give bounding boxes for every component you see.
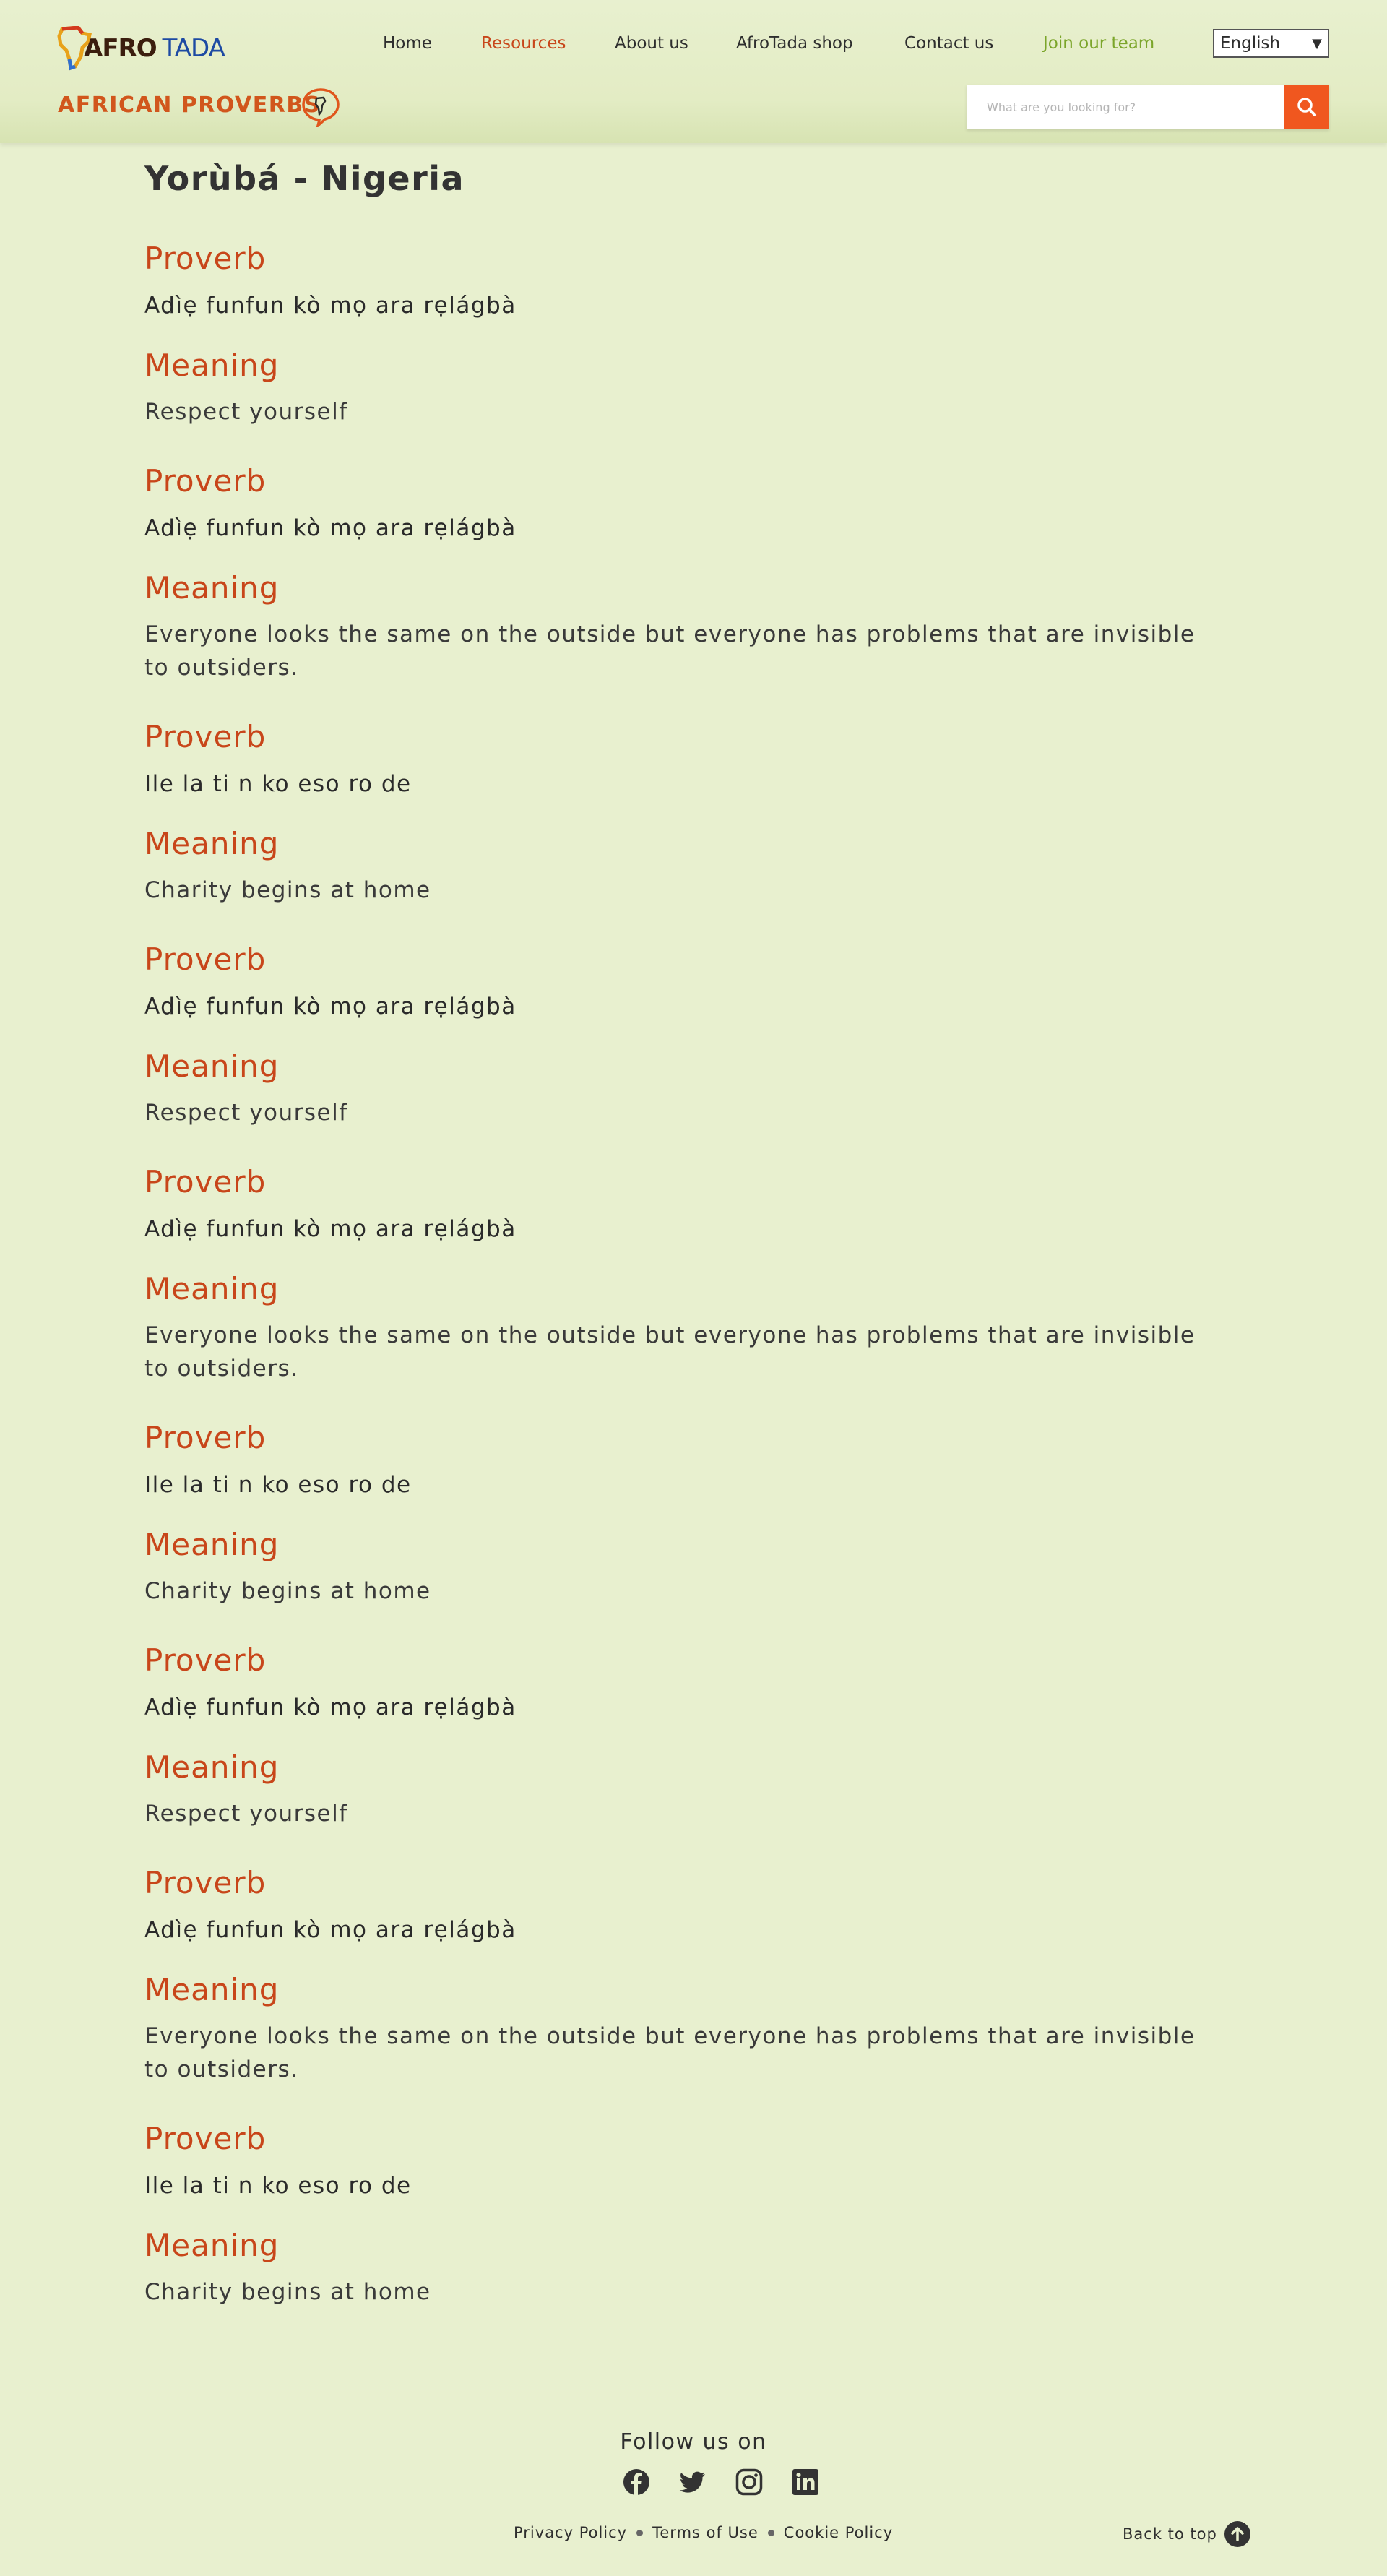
search-icon	[1297, 98, 1316, 116]
proverb-label: Proverb	[144, 1642, 267, 1678]
arrow-up-icon	[1224, 2521, 1250, 2547]
section-title: AFRICAN PROVERBS	[58, 92, 321, 118]
social-links	[623, 2468, 819, 2496]
meaning-label: Meaning	[144, 826, 280, 861]
search-bar	[967, 85, 1329, 129]
site-header: AFRO TADA Home Resources About us AfroTa…	[0, 0, 1387, 143]
twitter-icon[interactable]	[679, 2468, 707, 2496]
footer-links: Privacy Policy Terms of Use Cookie Polic…	[514, 2524, 893, 2541]
proverb-text: Ile la ti n ko eso ro de	[144, 1472, 412, 1498]
meaning-text: Charity begins at home	[144, 2279, 431, 2305]
nav-join-team[interactable]: Join our team	[1043, 34, 1154, 53]
nav-home[interactable]: Home	[383, 34, 432, 53]
proverb-label: Proverb	[144, 1420, 267, 1455]
proverb-label: Proverb	[144, 463, 267, 499]
proverb-label: Proverb	[144, 1865, 267, 1900]
proverb-label: Proverb	[144, 942, 267, 977]
privacy-policy-link[interactable]: Privacy Policy	[514, 2524, 627, 2541]
logo-text-tada: TADA	[162, 34, 225, 63]
proverb-text: Ile la ti n ko eso ro de	[144, 771, 412, 797]
language-select[interactable]: English ▼	[1213, 29, 1329, 58]
instagram-icon[interactable]	[735, 2468, 763, 2496]
proverb-text: Adìẹ funfun kò mọ ara rẹlágbà	[144, 1694, 517, 1720]
meaning-text: Charity begins at home	[144, 877, 431, 903]
search-button[interactable]	[1284, 85, 1329, 129]
proverb-label: Proverb	[144, 1164, 267, 1199]
proverb-label: Proverb	[144, 241, 267, 276]
terms-of-use-link[interactable]: Terms of Use	[652, 2524, 759, 2541]
back-to-top-label: Back to top	[1123, 2525, 1217, 2543]
meaning-label: Meaning	[144, 1972, 280, 2007]
cookie-policy-link[interactable]: Cookie Policy	[784, 2524, 893, 2541]
meaning-text: Charity begins at home	[144, 1578, 431, 1604]
site-logo[interactable]: AFRO TADA	[56, 26, 237, 71]
meaning-label: Meaning	[144, 1749, 280, 1785]
page-title: Yorùbá - Nigeria	[144, 159, 465, 198]
proverb-text: Ile la ti n ko eso ro de	[144, 2173, 412, 2199]
meaning-label: Meaning	[144, 570, 280, 606]
nav-resources[interactable]: Resources	[481, 34, 566, 53]
speech-bubble-africa-icon	[302, 88, 340, 127]
proverb-label: Proverb	[144, 719, 267, 754]
meaning-label: Meaning	[144, 1527, 280, 1562]
meaning-label: Meaning	[144, 1271, 280, 1306]
proverb-text: Adìẹ funfun kò mọ ara rẹlágbà	[144, 994, 517, 1020]
nav-shop[interactable]: AfroTada shop	[736, 34, 853, 53]
meaning-text: Respect yourself	[144, 1801, 348, 1827]
meaning-text: Everyone looks the same on the outside b…	[144, 621, 1196, 681]
meaning-label: Meaning	[144, 2228, 280, 2263]
separator-dot	[767, 2529, 774, 2536]
linkedin-icon[interactable]	[792, 2468, 819, 2496]
search-input[interactable]	[967, 85, 1284, 129]
meaning-text: Respect yourself	[144, 399, 348, 425]
language-selected: English	[1220, 34, 1281, 53]
nav-about[interactable]: About us	[615, 34, 688, 53]
meaning-text: Everyone looks the same on the outside b…	[144, 1322, 1196, 1382]
proverb-label: Proverb	[144, 2121, 267, 2156]
proverb-text: Adìẹ funfun kò mọ ara rẹlágbà	[144, 515, 517, 541]
meaning-label: Meaning	[144, 348, 280, 383]
meaning-text: Everyone looks the same on the outside b…	[144, 2023, 1196, 2082]
dropdown-arrow-icon: ▼	[1312, 35, 1322, 51]
separator-dot	[636, 2529, 644, 2536]
meaning-label: Meaning	[144, 1048, 280, 1084]
back-to-top-button[interactable]: Back to top	[1123, 2521, 1250, 2547]
proverb-text: Adìẹ funfun kò mọ ara rẹlágbà	[144, 293, 517, 319]
logo-text-afro: AFRO	[84, 34, 157, 63]
nav-contact[interactable]: Contact us	[904, 34, 993, 53]
proverb-text: Adìẹ funfun kò mọ ara rẹlágbà	[144, 1216, 517, 1242]
proverb-text: Adìẹ funfun kò mọ ara rẹlágbà	[144, 1917, 517, 1943]
follow-us-heading: Follow us on	[620, 2429, 767, 2455]
facebook-icon[interactable]	[623, 2468, 650, 2496]
meaning-text: Respect yourself	[144, 1100, 348, 1126]
